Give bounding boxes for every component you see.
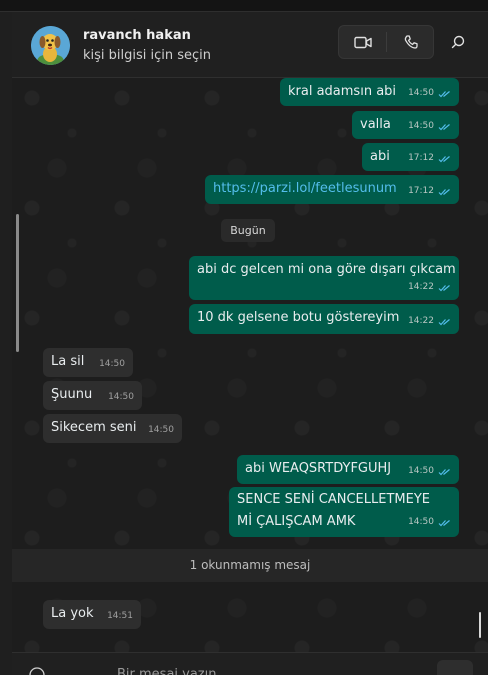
search-button[interactable] — [444, 28, 472, 56]
voice-call-button[interactable] — [387, 26, 434, 58]
call-button-group — [338, 25, 434, 59]
message-text: 10 dk gelsene botu göstereyim — [197, 310, 400, 325]
read-receipt-icon — [438, 284, 450, 291]
message-bubble-incoming[interactable]: La sil 14:50 — [43, 348, 133, 377]
message-time: 17:12 — [408, 186, 434, 196]
message-text: La sil — [51, 354, 85, 369]
message-text: abi WEAQSRTDYFGUHJ — [245, 461, 392, 476]
avatar[interactable] — [31, 26, 70, 65]
window-top-strip — [0, 0, 488, 12]
message-time: 14:50 — [108, 392, 134, 402]
chat-header[interactable]: ravanch hakan kişi bilgisi için seçin — [12, 12, 488, 78]
message-time: 14:50 — [408, 121, 434, 131]
message-time: 14:22 — [408, 316, 434, 326]
message-link[interactable]: https://parzi.lol/feetlesunum — [213, 180, 397, 197]
read-receipt-icon — [438, 519, 450, 526]
message-text: Şuunu — [51, 387, 93, 402]
message-meta: 14:50 — [148, 422, 174, 439]
message-meta: 14:50 — [99, 356, 125, 373]
message-meta: 14:50 — [108, 389, 134, 406]
message-text: La yok — [51, 606, 94, 621]
search-icon — [451, 35, 465, 49]
message-bubble-incoming[interactable]: Şuunu 14:50 — [43, 381, 142, 410]
video-call-button[interactable] — [339, 26, 386, 58]
scroll-position-marker — [479, 612, 481, 638]
message-text: valla — [360, 117, 391, 132]
message-time: 14:50 — [148, 425, 174, 435]
read-receipt-icon — [438, 468, 450, 475]
message-bubble-outgoing[interactable]: abi 17:12 — [362, 143, 459, 171]
message-bubble-incoming[interactable]: La yok 14:51 — [43, 600, 141, 629]
message-meta: 14:51 — [107, 608, 133, 625]
dog-avatar-icon — [31, 26, 70, 65]
read-receipt-icon — [438, 123, 450, 130]
read-receipt-icon — [438, 188, 450, 195]
message-bubble-outgoing[interactable]: kral adamsın abi 14:50 — [280, 78, 459, 106]
scrollbar-thumb[interactable] — [16, 214, 19, 352]
message-text: Sikecem seni — [51, 420, 137, 435]
message-meta: 14:22 — [408, 313, 451, 330]
date-separator: Bugün — [221, 219, 275, 242]
contact-info-hint[interactable]: kişi bilgisi için seçin — [83, 48, 211, 63]
message-meta: 14:50 — [408, 85, 451, 102]
message-meta: 14:50 — [408, 118, 451, 135]
voice-message-button[interactable] — [437, 660, 473, 675]
emoji-icon[interactable] — [29, 667, 45, 675]
voice-call-icon — [404, 35, 418, 49]
message-bubble-outgoing[interactable]: abi WEAQSRTDYFGUHJ 14:50 — [237, 455, 459, 484]
message-input[interactable]: Bir mesaj yazın — [117, 667, 217, 675]
message-time: 14:50 — [408, 517, 434, 527]
message-text: abi dc gelcen mi ona göre dışarı çıkcam — [197, 262, 456, 277]
read-receipt-icon — [438, 155, 450, 162]
message-text: kral adamsın abi — [288, 84, 397, 99]
message-bubble-incoming[interactable]: Sikecem seni 14:50 — [43, 414, 182, 443]
message-meta: 14:50 — [408, 514, 451, 531]
message-bubble-outgoing[interactable]: valla 14:50 — [352, 111, 459, 139]
message-bubble-outgoing[interactable]: abi dc gelcen mi ona göre dışarı çıkcam … — [189, 256, 459, 300]
message-time: 14:50 — [408, 466, 434, 476]
message-text: abi — [370, 149, 390, 164]
contact-name[interactable]: ravanch hakan — [83, 28, 191, 43]
message-time: 14:22 — [408, 282, 434, 292]
video-call-icon — [353, 36, 372, 48]
message-meta: 14:50 — [408, 463, 451, 480]
read-receipt-icon — [438, 318, 450, 325]
message-time: 14:50 — [99, 359, 125, 369]
read-receipt-icon — [438, 90, 450, 97]
message-meta: 17:12 — [408, 183, 451, 200]
message-bubble-outgoing[interactable]: 10 dk gelsene botu göstereyim 14:22 — [189, 304, 459, 334]
unread-messages-banner: 1 okunmamış mesaj — [12, 549, 488, 582]
message-meta: 14:22 — [408, 279, 451, 296]
message-time: 14:50 — [408, 88, 434, 98]
message-time: 14:51 — [107, 611, 133, 621]
message-meta: 17:12 — [408, 150, 451, 167]
message-bubble-outgoing[interactable]: https://parzi.lol/feetlesunum 17:12 — [205, 175, 459, 204]
message-list[interactable]: kral adamsın abi 14:50 valla 14:50 abi 1… — [12, 78, 488, 652]
message-bubble-outgoing[interactable]: SENCE SENİ CANCELLETMEYE Mİ ÇALIŞCAM AMK… — [229, 487, 459, 537]
message-time: 17:12 — [408, 153, 434, 163]
message-composer[interactable]: Bir mesaj yazın — [12, 652, 488, 675]
